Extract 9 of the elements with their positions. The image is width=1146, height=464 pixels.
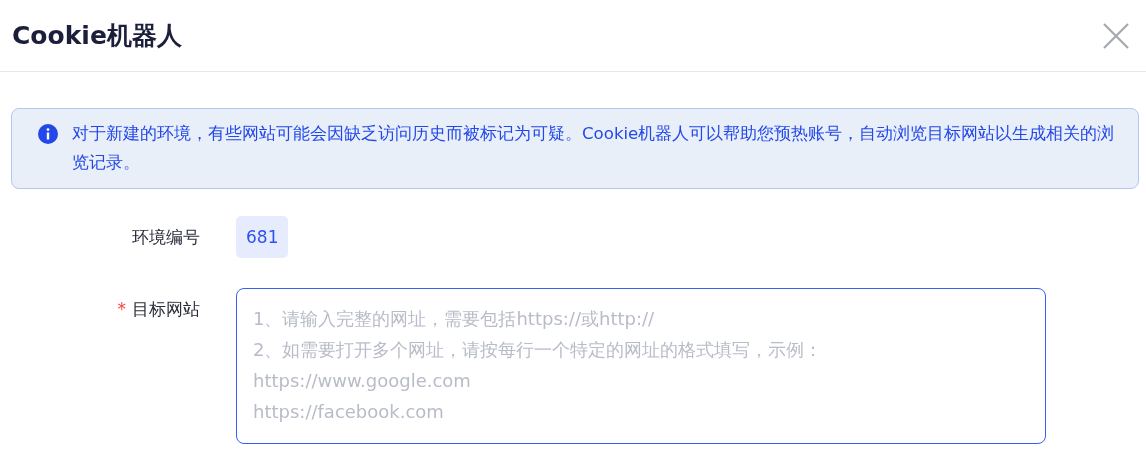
close-icon — [1102, 21, 1130, 50]
dialog-title: Cookie机器人 — [12, 20, 182, 52]
environment-number: 681 — [236, 216, 289, 258]
alert-text: 对于新建的环境，有些网站可能会因缺乏访问历史而被标记为可疑。Cookie机器人可以帮助您预热账号，自动浏览目标网站以生成相关的浏览记录。 — [72, 123, 1116, 174]
field-label: 目标网站 — [132, 298, 200, 321]
field-label: 环境编号 — [132, 226, 200, 249]
info-icon — [38, 124, 58, 144]
required-mark: * — [117, 298, 126, 321]
close-button[interactable] — [1102, 21, 1130, 50]
